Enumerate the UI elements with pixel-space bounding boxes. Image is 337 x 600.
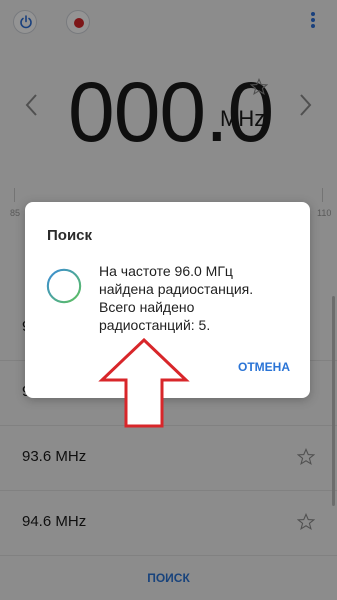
loading-spinner-icon (46, 268, 82, 304)
dialog-title: Поиск (47, 227, 93, 244)
message-line: найдена радиостанция. (99, 281, 254, 297)
dialog-message: На частоте 96.0 МГц найдена радиостанция… (99, 262, 289, 334)
message-line: радиостанций: 5. (99, 317, 211, 333)
message-line: Всего найдено (99, 299, 195, 315)
message-line: На частоте 96.0 МГц (99, 263, 233, 279)
up-arrow-icon (98, 338, 190, 428)
cancel-button[interactable]: ОТМЕНА (238, 360, 290, 374)
